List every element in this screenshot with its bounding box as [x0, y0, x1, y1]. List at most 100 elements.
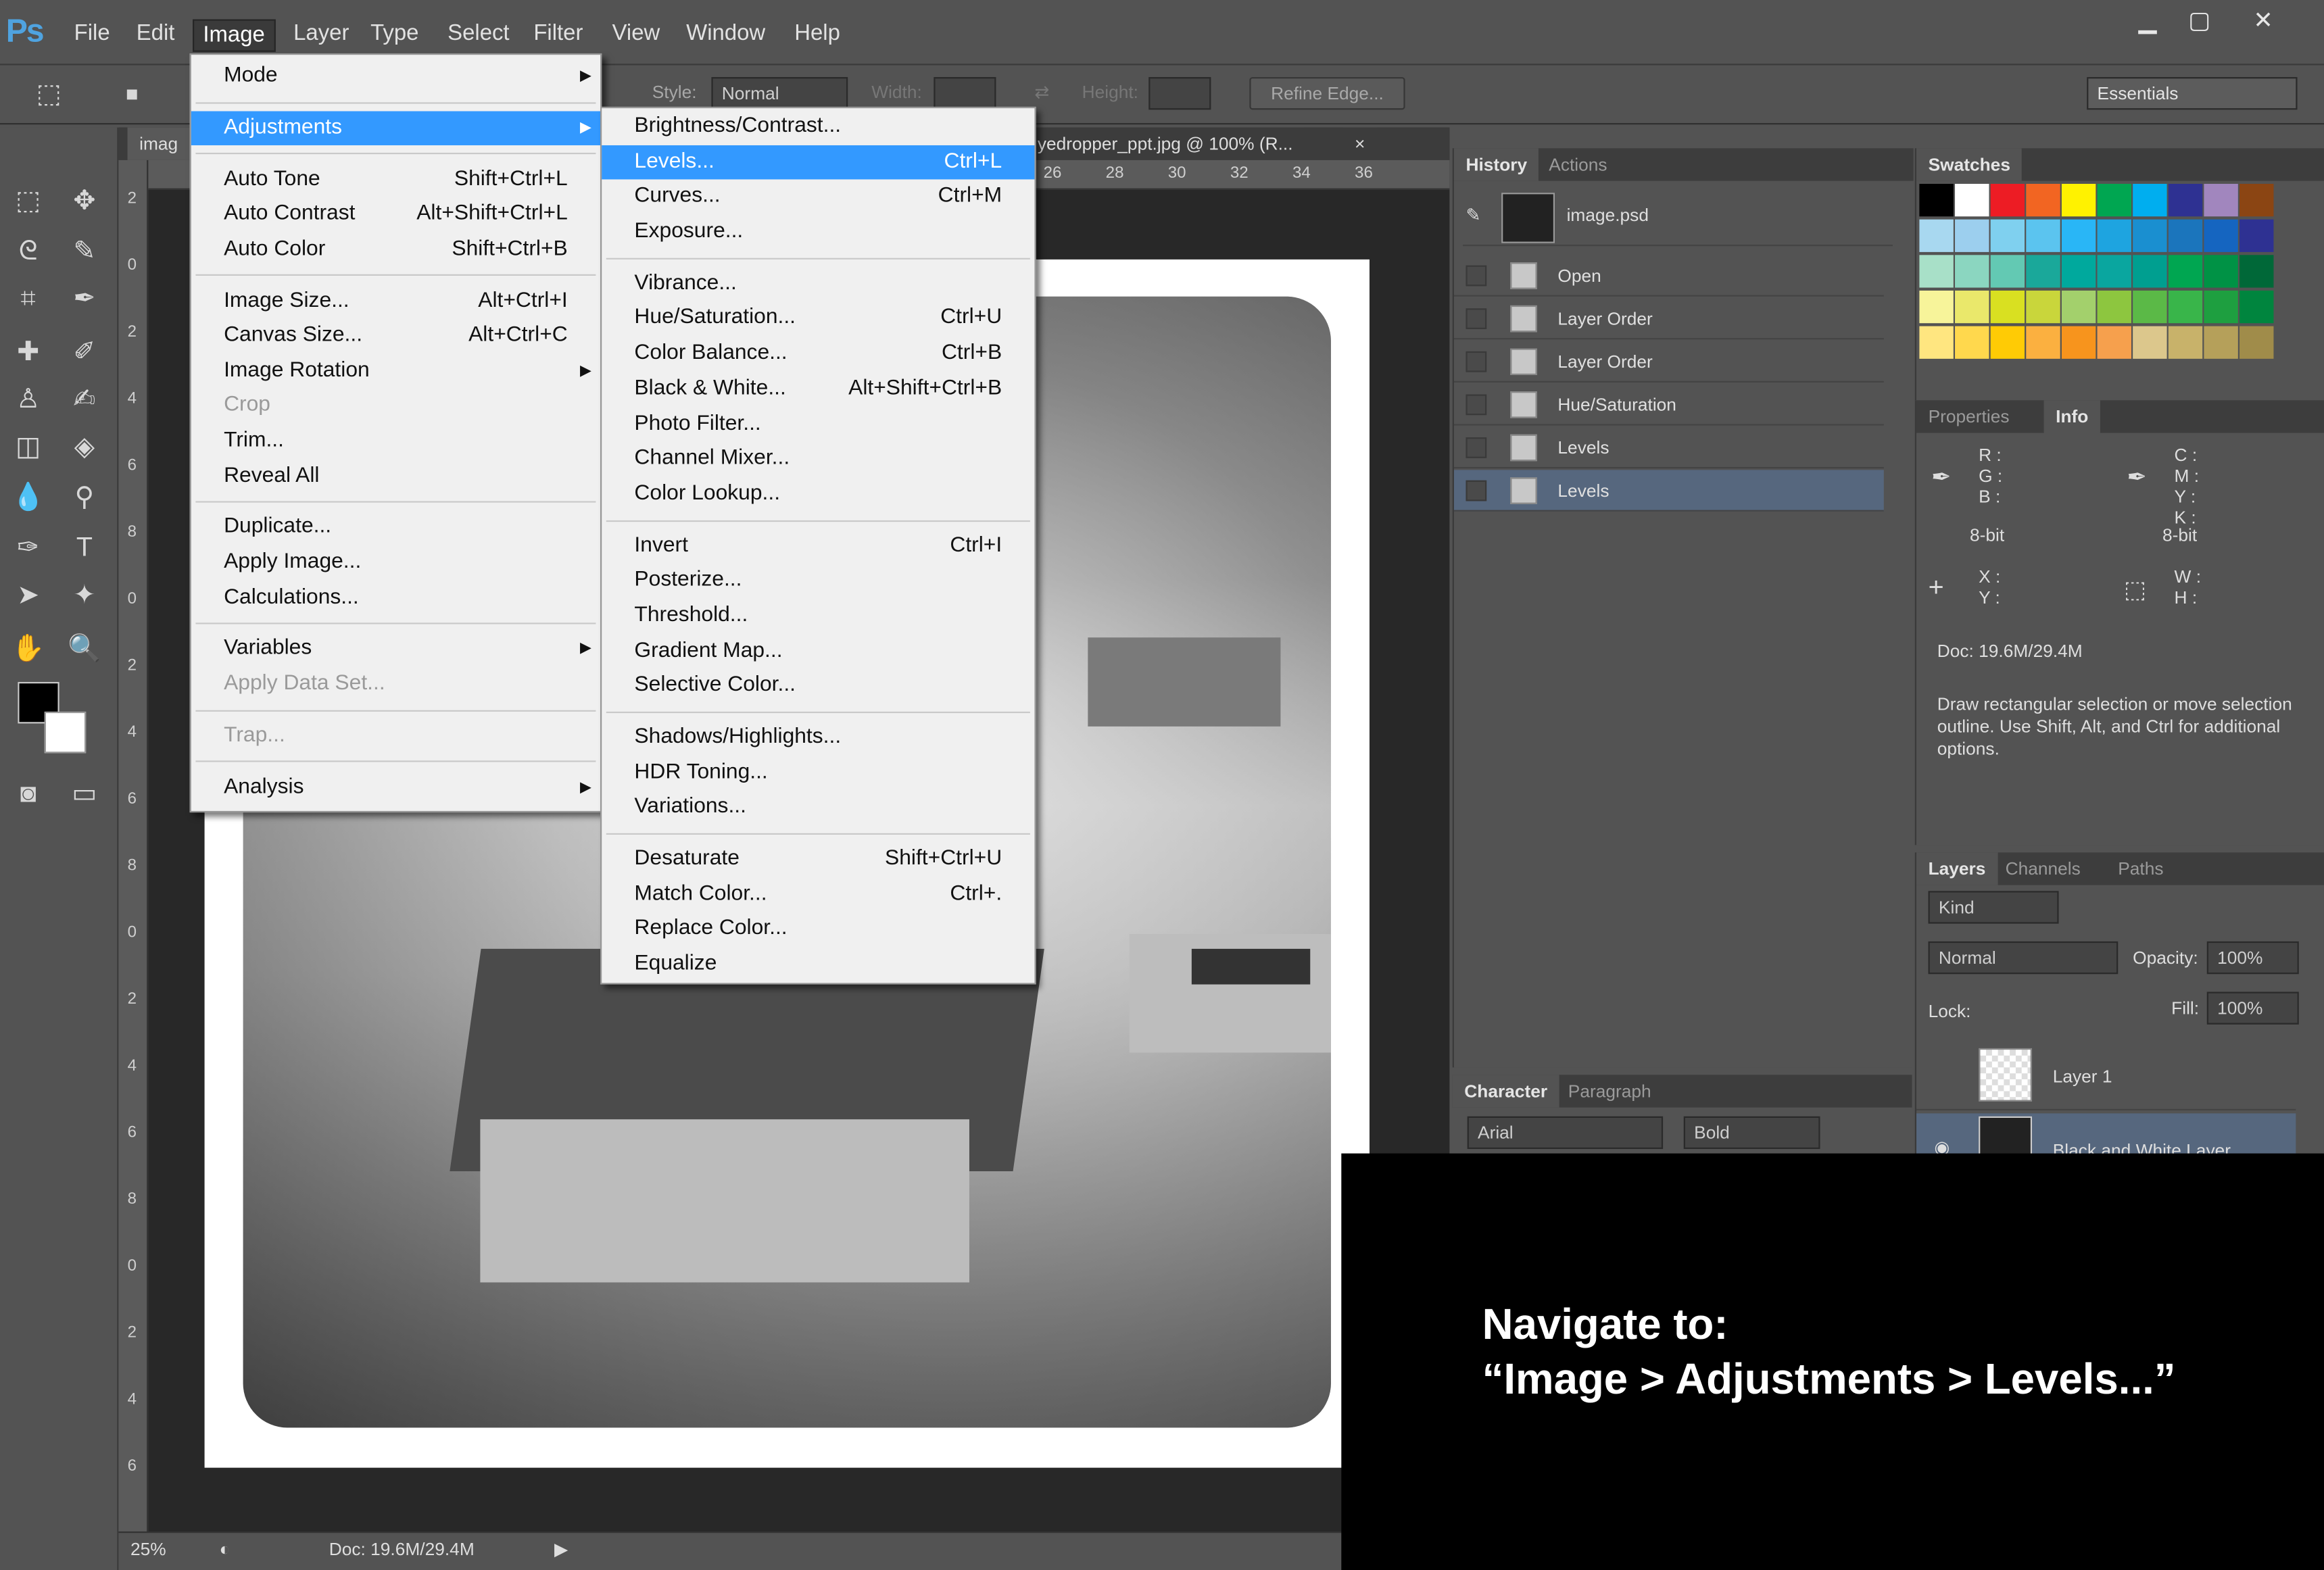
color-swatch[interactable] [2240, 219, 2274, 252]
menu-item-black-white[interactable]: Black & White... Alt+Shift+Ctrl+B [602, 372, 1034, 406]
menu-item-reveal-all[interactable]: Reveal All [191, 459, 600, 493]
color-swatch[interactable] [1990, 219, 2025, 252]
color-swatch[interactable] [2240, 290, 2274, 324]
menu-window[interactable]: Window [677, 20, 774, 52]
menu-view[interactable]: View [603, 20, 669, 52]
history-source-checkbox[interactable] [1466, 308, 1487, 329]
tab-swatches[interactable]: Swatches [1916, 148, 2023, 181]
new-selection-icon[interactable]: ■ [110, 74, 154, 113]
tab-paragraph[interactable]: Paragraph [1556, 1075, 1663, 1107]
maximize-button[interactable]: ▢ [2175, 5, 2225, 43]
color-swatch[interactable] [1919, 184, 1954, 217]
menu-item-auto-color[interactable]: Auto Color Shift+Ctrl+B [191, 232, 600, 266]
color-swatch[interactable] [2061, 326, 2096, 359]
minimize-button[interactable]: ▁ [2123, 5, 2173, 43]
menu-item-photo-filter[interactable]: Photo Filter... [602, 407, 1034, 441]
menu-item-analysis[interactable]: Analysis ▶ [191, 770, 600, 804]
quick-selection-icon[interactable]: ✎ [62, 231, 107, 270]
menu-edit[interactable]: Edit [128, 20, 184, 52]
menu-file[interactable]: File [65, 20, 118, 52]
menu-item-calculations[interactable]: Calculations... [191, 581, 600, 614]
opacity-field[interactable]: 100% [2206, 941, 2299, 975]
menu-image[interactable]: Image [193, 19, 276, 52]
layer-kind-filter[interactable]: Kind [1928, 891, 2059, 924]
color-swatch[interactable] [2026, 255, 2060, 288]
history-source-checkbox[interactable] [1466, 480, 1487, 501]
color-swatch[interactable] [2133, 219, 2167, 252]
hand-tool-icon[interactable]: ✋ [6, 629, 51, 667]
history-step[interactable]: Levels [1453, 427, 1884, 469]
height-field[interactable] [1148, 77, 1211, 110]
pen-tool-icon[interactable]: ✑ [6, 528, 51, 566]
color-swatch[interactable] [2168, 219, 2203, 252]
menu-item-gradient-map[interactable]: Gradient Map... [602, 634, 1034, 668]
color-swatch[interactable] [2168, 255, 2203, 288]
background-color-swatch[interactable] [44, 711, 87, 754]
dodge-icon[interactable]: ⚲ [62, 477, 107, 516]
history-brush-icon[interactable]: ✍ [62, 380, 107, 418]
tab-info[interactable]: Info [2043, 400, 2100, 433]
color-swatch[interactable] [2168, 290, 2203, 324]
menu-type[interactable]: Type [362, 20, 428, 52]
menu-item-posterize[interactable]: Posterize... [602, 564, 1034, 597]
font-style-select[interactable]: Bold [1683, 1116, 1820, 1150]
color-swatch[interactable] [2240, 326, 2274, 359]
color-swatch[interactable] [1919, 326, 1954, 359]
menu-item-color-balance[interactable]: Color Balance... Ctrl+B [602, 337, 1034, 370]
color-swatch[interactable] [2061, 290, 2096, 324]
menu-item-vibrance[interactable]: Vibrance... [602, 266, 1034, 300]
color-swatch[interactable] [1990, 184, 2025, 217]
menu-item-brightness-contrast[interactable]: Brightness/Contrast... [602, 109, 1034, 143]
menu-layer[interactable]: Layer [285, 20, 358, 52]
color-swatch[interactable] [1955, 255, 1989, 288]
blur-icon[interactable]: 💧 [6, 477, 51, 516]
menu-item-equalize[interactable]: Equalize [602, 948, 1034, 981]
color-swatch[interactable] [2097, 326, 2131, 359]
history-step[interactable]: Hue/Saturation [1453, 384, 1884, 426]
brush-icon[interactable]: ✐ [62, 332, 107, 370]
tab-properties[interactable]: Properties [1916, 400, 2021, 433]
history-step[interactable]: Levels [1453, 470, 1884, 512]
color-swatch[interactable] [2133, 290, 2167, 324]
color-swatch[interactable] [2026, 326, 2060, 359]
menu-item-exposure[interactable]: Exposure... [602, 215, 1034, 249]
zoom-tool-icon[interactable]: 🔍 [62, 629, 107, 667]
color-swatch[interactable] [1955, 219, 1989, 252]
swap-icon[interactable]: ⇄ [1034, 82, 1049, 103]
color-swatch[interactable] [1919, 290, 1954, 324]
color-swatch[interactable] [2133, 326, 2167, 359]
history-source-checkbox[interactable] [1466, 437, 1487, 458]
tab-close-icon[interactable]: × [1342, 127, 1377, 160]
menu-item-levels[interactable]: Levels... Ctrl+L [602, 145, 1035, 179]
tab-character[interactable]: Character [1452, 1075, 1559, 1108]
menu-item-canvas-size[interactable]: Canvas Size... Alt+Ctrl+C [191, 319, 600, 353]
color-swatch[interactable] [2026, 184, 2060, 217]
crop-tool-icon[interactable]: ⌗ [6, 278, 51, 317]
close-button[interactable]: ✕ [2238, 5, 2289, 43]
menu-help[interactable]: Help [785, 20, 849, 52]
history-step[interactable]: Open [1453, 255, 1884, 297]
color-swatch[interactable] [1990, 326, 2025, 359]
workspace-select[interactable]: Essentials [2087, 77, 2298, 110]
color-swatch[interactable] [2097, 255, 2131, 288]
menu-select[interactable]: Select [439, 20, 518, 52]
history-source-checkbox[interactable] [1466, 394, 1487, 416]
color-swatch[interactable] [2026, 290, 2060, 324]
menu-item-match-color[interactable]: Match Color... Ctrl+. [602, 877, 1034, 911]
menu-item-image-rotation[interactable]: Image Rotation ▶ [191, 354, 600, 388]
color-swatch[interactable] [2133, 255, 2167, 288]
document-tab-left[interactable]: imag [127, 127, 190, 160]
color-swatch[interactable] [2097, 219, 2131, 252]
menu-item-selective-color[interactable]: Selective Color... [602, 669, 1034, 703]
healing-brush-icon[interactable]: ✚ [6, 332, 51, 370]
paint-bucket-icon[interactable]: ◈ [62, 427, 107, 466]
menu-item-duplicate[interactable]: Duplicate... [191, 510, 600, 544]
color-swatch[interactable] [2204, 184, 2238, 217]
menu-item-replace-color[interactable]: Replace Color... [602, 912, 1034, 946]
refine-edge-button[interactable]: Refine Edge... [1249, 77, 1405, 110]
color-swatch[interactable] [1955, 184, 1989, 217]
status-icon[interactable]: ◐ [220, 1539, 231, 1560]
color-swatch[interactable] [2097, 290, 2131, 324]
shape-tool-icon[interactable]: ✦ [62, 575, 107, 614]
menu-item-hdr-toning[interactable]: HDR Toning... [602, 756, 1034, 789]
